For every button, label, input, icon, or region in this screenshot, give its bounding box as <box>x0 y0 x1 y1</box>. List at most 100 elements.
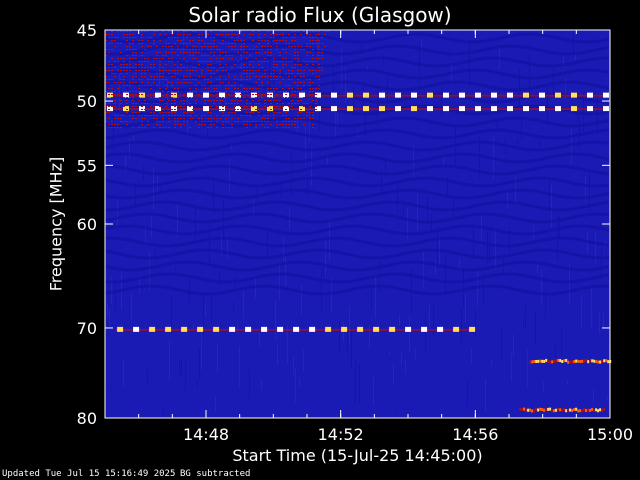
emission-pixel <box>195 100 197 101</box>
emission-pixel <box>201 76 203 77</box>
burst-pixel <box>583 359 586 363</box>
emission-pixel <box>165 97 167 98</box>
emission-pixel <box>126 85 128 86</box>
emission-pixel <box>273 118 275 119</box>
emission-pixel <box>318 58 320 59</box>
emission-pixel <box>189 79 191 80</box>
emission-pixel <box>204 43 206 44</box>
emission-pixel <box>312 31 314 32</box>
texture-streak <box>461 307 462 342</box>
burst-pixel <box>577 359 580 363</box>
emission-pixel <box>153 58 155 59</box>
texture-streak <box>233 301 234 314</box>
emission-pixel <box>159 124 161 125</box>
burst-pixel <box>533 409 536 413</box>
emission-pixel <box>165 46 167 47</box>
emission-pixel <box>324 46 326 47</box>
emission-pixel <box>291 121 293 122</box>
emission-pixel <box>177 115 179 116</box>
emission-pixel <box>258 112 260 113</box>
emission-pixel <box>111 97 113 98</box>
band-segment <box>587 92 593 98</box>
emission-pixel <box>138 112 140 113</box>
emission-pixel <box>111 94 113 95</box>
emission-pixel <box>114 46 116 47</box>
emission-pixel <box>297 64 299 65</box>
band-segment <box>245 326 252 332</box>
texture-streak <box>181 360 182 379</box>
texture-streak <box>189 275 190 303</box>
emission-pixel <box>183 82 185 83</box>
emission-pixel <box>174 127 176 128</box>
emission-pixel <box>192 52 194 53</box>
emission-pixel <box>117 61 119 62</box>
emission-pixel <box>144 118 146 119</box>
emission-pixel <box>282 64 284 65</box>
emission-pixel <box>249 49 251 50</box>
emission-pixel <box>267 46 269 47</box>
emission-pixel <box>264 103 266 104</box>
emission-pixel <box>258 34 260 35</box>
emission-pixel <box>297 70 299 71</box>
emission-pixel <box>222 70 224 71</box>
texture-streak <box>543 381 544 392</box>
emission-pixel <box>219 109 221 110</box>
emission-pixel <box>291 124 293 125</box>
burst-pixel <box>599 360 602 364</box>
emission-pixel <box>123 79 125 80</box>
emission-pixel <box>243 91 245 92</box>
emission-pixel <box>300 70 302 71</box>
emission-pixel <box>138 97 140 98</box>
texture-streak <box>415 349 416 360</box>
band-segment <box>379 106 385 112</box>
burst-pixel <box>573 360 576 364</box>
texture-streak <box>523 317 524 328</box>
emission-pixel <box>174 70 176 71</box>
emission-pixel <box>153 118 155 119</box>
emission-pixel <box>183 124 185 125</box>
emission-pixel <box>249 109 251 110</box>
emission-pixel <box>255 88 257 89</box>
emission-pixel <box>135 49 137 50</box>
emission-pixel <box>180 34 182 35</box>
emission-pixel <box>219 49 221 50</box>
emission-pixel <box>219 43 221 44</box>
band-segment <box>443 92 449 98</box>
emission-pixel <box>207 88 209 89</box>
texture-streak <box>371 284 372 310</box>
emission-pixel <box>210 64 212 65</box>
emission-pixel <box>195 70 197 71</box>
emission-pixel <box>285 124 287 125</box>
emission-pixel <box>186 31 188 32</box>
emission-pixel <box>234 82 236 83</box>
emission-pixel <box>261 121 263 122</box>
emission-pixel <box>300 76 302 77</box>
emission-pixel <box>147 85 149 86</box>
texture-streak <box>215 396 216 413</box>
emission-pixel <box>291 61 293 62</box>
emission-pixel <box>291 109 293 110</box>
emission-pixel <box>153 40 155 41</box>
emission-pixel <box>186 61 188 62</box>
emission-pixel <box>318 40 320 41</box>
emission-pixel <box>192 46 194 47</box>
emission-pixel <box>300 49 302 50</box>
emission-pixel <box>222 112 224 113</box>
emission-pixel <box>132 79 134 80</box>
texture-streak <box>471 348 472 365</box>
emission-pixel <box>285 37 287 38</box>
emission-pixel <box>135 106 137 107</box>
emission-pixel <box>225 85 227 86</box>
texture-streak <box>527 349 528 387</box>
emission-pixel <box>252 31 254 32</box>
emission-pixel <box>183 76 185 77</box>
emission-pixel <box>147 67 149 68</box>
emission-pixel <box>225 79 227 80</box>
emission-pixel <box>207 70 209 71</box>
emission-pixel <box>153 106 155 107</box>
emission-pixel <box>132 91 134 92</box>
emission-pixel <box>120 43 122 44</box>
burst-pixel <box>601 408 604 412</box>
emission-pixel <box>270 109 272 110</box>
emission-pixel <box>267 31 269 32</box>
